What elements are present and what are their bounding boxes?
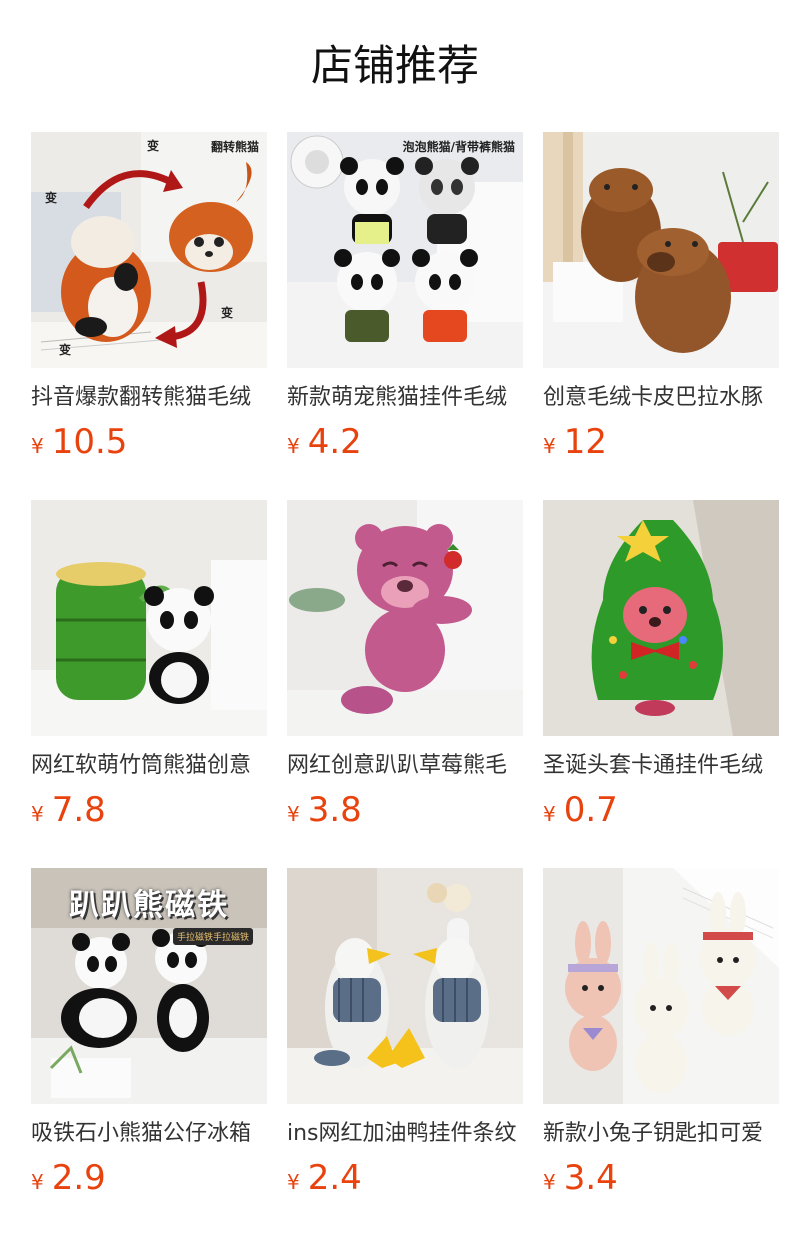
image-mark-3: 变 bbox=[221, 305, 233, 320]
product-card[interactable]: 圣诞头套卡通挂件毛绒 ¥0.7 bbox=[543, 500, 779, 868]
image-banner: 趴趴熊磁铁 bbox=[69, 888, 229, 923]
product-title[interactable]: ins网红加油鸭挂件条纹 bbox=[287, 1118, 523, 1150]
product-price: ¥4.2 bbox=[287, 420, 523, 464]
currency-symbol: ¥ bbox=[31, 802, 44, 826]
product-price: ¥0.7 bbox=[543, 788, 779, 832]
price-amount: 12 bbox=[563, 422, 607, 462]
product-image-striped-duck[interactable] bbox=[287, 868, 523, 1104]
currency-symbol: ¥ bbox=[287, 434, 300, 458]
price-amount: 3.8 bbox=[307, 790, 362, 830]
product-image-bunny-keychain[interactable] bbox=[543, 868, 779, 1104]
currency-symbol: ¥ bbox=[543, 802, 556, 826]
product-grid: 变 变 变 变 翻转熊猫 抖音爆款翻转熊猫毛绒 ¥10.5 泡泡熊猫/背带裤熊猫… bbox=[0, 132, 790, 1236]
product-price: ¥3.8 bbox=[287, 788, 523, 832]
product-price: ¥2.9 bbox=[31, 1156, 267, 1200]
product-card[interactable]: 趴趴熊磁铁 手拉磁铁手拉磁铁 吸铁石小熊猫公仔冰箱 ¥2.9 bbox=[31, 868, 267, 1236]
product-price: ¥2.4 bbox=[287, 1156, 523, 1200]
page-title: 店铺推荐 bbox=[310, 41, 479, 90]
product-title[interactable]: 吸铁石小熊猫公仔冰箱 bbox=[31, 1118, 267, 1150]
product-title[interactable]: 新款小兔子钥匙扣可爱 bbox=[543, 1118, 779, 1150]
product-image-magnet-panda[interactable]: 趴趴熊磁铁 手拉磁铁手拉磁铁 bbox=[31, 868, 267, 1104]
product-card[interactable]: 网红软萌竹筒熊猫创意 ¥7.8 bbox=[31, 500, 267, 868]
currency-symbol: ¥ bbox=[31, 1170, 44, 1194]
image-mark-2: 变 bbox=[45, 190, 57, 205]
image-tag: 手拉磁铁手拉磁铁 bbox=[172, 928, 253, 945]
product-price: ¥7.8 bbox=[31, 788, 267, 832]
product-card[interactable]: 网红创意趴趴草莓熊毛 ¥3.8 bbox=[287, 500, 523, 868]
price-amount: 2.4 bbox=[307, 1158, 362, 1198]
product-card[interactable]: 创意毛绒卡皮巴拉水豚 ¥12 bbox=[543, 132, 779, 500]
product-image-christmas-hood[interactable] bbox=[543, 500, 779, 736]
image-mark-1: 变 bbox=[147, 138, 159, 153]
product-title[interactable]: 圣诞头套卡通挂件毛绒 bbox=[543, 750, 779, 782]
product-image-strawberry-bear[interactable] bbox=[287, 500, 523, 736]
image-caption: 翻转熊猫 bbox=[210, 140, 259, 154]
currency-symbol: ¥ bbox=[31, 434, 44, 458]
price-amount: 0.7 bbox=[563, 790, 618, 830]
product-title[interactable]: 抖音爆款翻转熊猫毛绒 bbox=[31, 382, 267, 414]
product-card[interactable]: 变 变 变 变 翻转熊猫 抖音爆款翻转熊猫毛绒 ¥10.5 bbox=[31, 132, 267, 500]
currency-symbol: ¥ bbox=[287, 802, 300, 826]
price-amount: 3.4 bbox=[563, 1158, 618, 1198]
price-amount: 7.8 bbox=[51, 790, 106, 830]
product-title[interactable]: 新款萌宠熊猫挂件毛绒 bbox=[287, 382, 523, 414]
product-image-panda-keychains[interactable]: 泡泡熊猫/背带裤熊猫 bbox=[287, 132, 523, 368]
product-card[interactable]: ins网红加油鸭挂件条纹 ¥2.4 bbox=[287, 868, 523, 1236]
product-title[interactable]: 网红软萌竹筒熊猫创意 bbox=[31, 750, 267, 782]
product-price: ¥10.5 bbox=[31, 420, 267, 464]
product-price: ¥3.4 bbox=[543, 1156, 779, 1200]
product-image-capybara[interactable] bbox=[543, 132, 779, 368]
currency-symbol: ¥ bbox=[543, 1170, 556, 1194]
product-card[interactable]: 泡泡熊猫/背带裤熊猫 新款萌宠熊猫挂件毛绒 ¥4.2 bbox=[287, 132, 523, 500]
image-mark-4: 变 bbox=[59, 342, 71, 357]
price-amount: 10.5 bbox=[51, 422, 128, 462]
image-caption: 泡泡熊猫/背带裤熊猫 bbox=[402, 140, 515, 154]
product-card[interactable]: 新款小兔子钥匙扣可爱 ¥3.4 bbox=[543, 868, 779, 1236]
price-amount: 4.2 bbox=[307, 422, 362, 462]
product-title[interactable]: 网红创意趴趴草莓熊毛 bbox=[287, 750, 523, 782]
product-title[interactable]: 创意毛绒卡皮巴拉水豚 bbox=[543, 382, 779, 414]
currency-symbol: ¥ bbox=[543, 434, 556, 458]
product-image-bamboo-panda[interactable] bbox=[31, 500, 267, 736]
product-price: ¥12 bbox=[543, 420, 779, 464]
product-image-red-panda[interactable]: 变 变 变 变 翻转熊猫 bbox=[31, 132, 267, 368]
price-amount: 2.9 bbox=[51, 1158, 106, 1198]
currency-symbol: ¥ bbox=[287, 1170, 300, 1194]
